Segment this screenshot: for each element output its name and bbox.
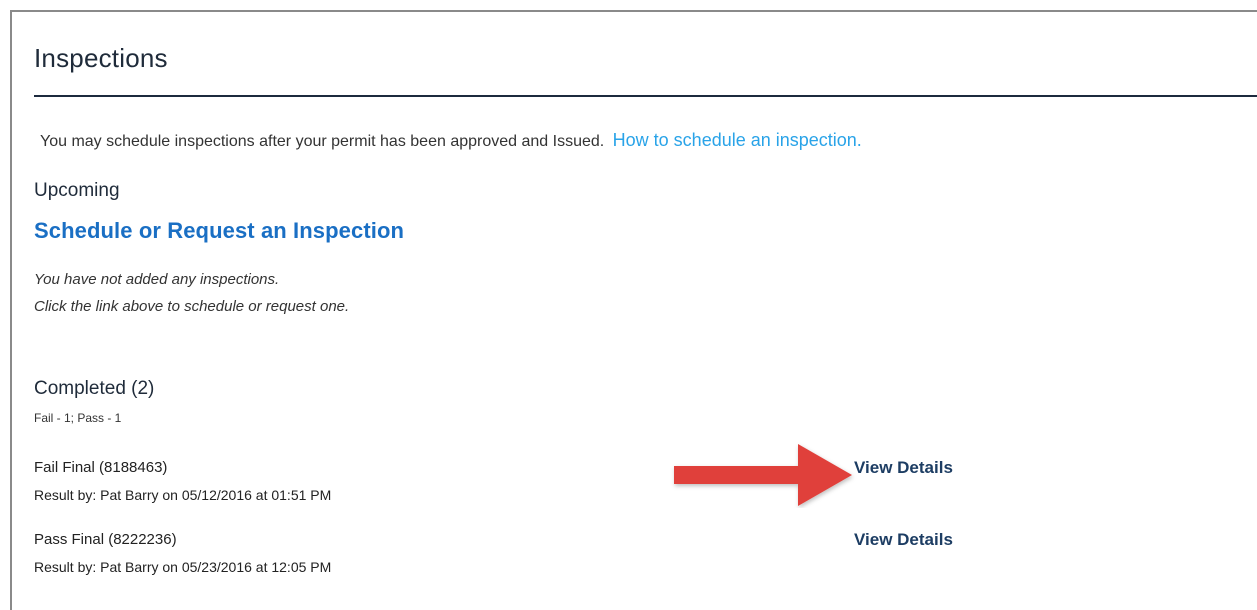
completed-summary: Fail - 1; Pass - 1 <box>34 411 122 425</box>
how-to-schedule-link[interactable]: How to schedule an inspection. <box>613 130 862 150</box>
inspections-panel: Inspections You may schedule inspections… <box>10 10 1257 610</box>
empty-message-line-2: Click the link above to schedule or requ… <box>34 298 350 315</box>
right-arrow-icon <box>674 444 852 506</box>
upcoming-heading: Upcoming <box>34 180 120 201</box>
inspection-title-fail-final: Fail Final (8188463) <box>34 459 168 476</box>
page-title: Inspections <box>34 43 168 73</box>
inspection-result-fail-final: Result by: Pat Barry on 05/12/2016 at 01… <box>34 487 332 503</box>
empty-message-line-1: You have not added any inspections. <box>34 271 280 288</box>
title-divider <box>34 95 1257 97</box>
view-details-button-fail-final[interactable]: View Details <box>854 458 953 478</box>
view-details-button-pass-final[interactable]: View Details <box>854 530 953 550</box>
intro-text: You may schedule inspections after your … <box>40 130 862 151</box>
completed-heading: Completed (2) <box>34 378 155 399</box>
intro-message: You may schedule inspections after your … <box>40 133 605 150</box>
inspection-title-pass-final: Pass Final (8222236) <box>34 531 177 548</box>
inspection-result-pass-final: Result by: Pat Barry on 05/23/2016 at 12… <box>34 559 332 575</box>
schedule-inspection-link[interactable]: Schedule or Request an Inspection <box>34 218 404 244</box>
